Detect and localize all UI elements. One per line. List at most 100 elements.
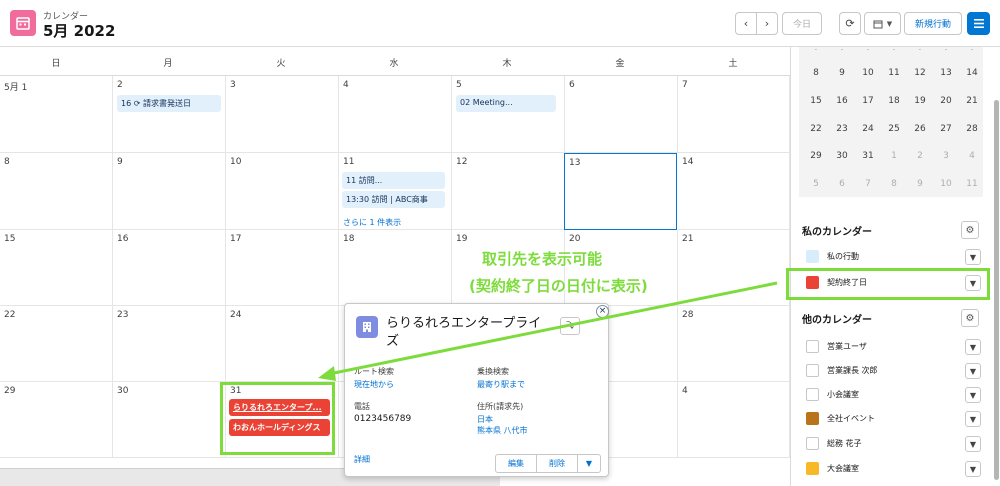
day-cell[interactable]: 29 bbox=[0, 382, 113, 458]
day-cell[interactable]: 4 bbox=[339, 76, 452, 153]
mini-calendar-day[interactable]: 3 bbox=[933, 151, 959, 161]
calendar-color-swatch[interactable] bbox=[806, 412, 819, 425]
calendar-item-menu[interactable]: ▼ bbox=[965, 249, 981, 265]
day-cell[interactable]: 16 bbox=[113, 230, 226, 306]
event-invoice[interactable]: 16 ⟳ 請求書発送日 bbox=[117, 95, 221, 112]
mini-calendar-day[interactable]: 2 bbox=[907, 151, 933, 161]
mini-calendar-day[interactable]: 21 bbox=[959, 96, 985, 106]
calendar-item-menu[interactable]: ▼ bbox=[965, 436, 981, 452]
mini-calendar-day[interactable]: 13 bbox=[933, 68, 959, 78]
day-cell[interactable]: 22 bbox=[0, 306, 113, 382]
popover-action-button[interactable]: ⤵ bbox=[560, 317, 580, 335]
delete-button[interactable]: 削除 bbox=[536, 454, 578, 473]
mini-calendar-day[interactable]: 20 bbox=[933, 96, 959, 106]
day-cell[interactable]: 5 02 Meeting... bbox=[452, 76, 565, 153]
day-cell[interactable]: 14 bbox=[678, 153, 790, 230]
calendar-item-other[interactable]: 大会議室 ▼ bbox=[805, 459, 981, 479]
day-cell[interactable]: 10 bbox=[226, 153, 339, 230]
day-cell[interactable]: 9 bbox=[113, 153, 226, 230]
prev-month-button[interactable]: ‹ bbox=[735, 12, 757, 35]
mini-calendar-day[interactable]: 22 bbox=[803, 124, 829, 134]
more-actions-button[interactable]: ▼ bbox=[577, 454, 601, 473]
mini-calendar-day[interactable]: 17 bbox=[855, 96, 881, 106]
mini-calendar-day[interactable]: 15 bbox=[803, 96, 829, 106]
mini-calendar-day[interactable]: 25 bbox=[881, 124, 907, 134]
view-switch-button[interactable]: ▼ bbox=[864, 12, 901, 35]
mini-calendar-day[interactable]: 14 bbox=[959, 68, 985, 78]
day-cell[interactable]: 11 11 訪問... 13:30 訪問 | ABC商事 さらに 1 件表示 bbox=[339, 153, 452, 230]
mini-calendar-day[interactable]: 27 bbox=[933, 124, 959, 134]
calendar-item-menu[interactable]: ▼ bbox=[965, 363, 981, 379]
calendar-item-other[interactable]: 営業ユーザ ▼ bbox=[805, 337, 981, 357]
address-line2[interactable]: 熊本県 八代市 bbox=[477, 425, 528, 436]
day-cell[interactable]: 5月 1 bbox=[0, 76, 113, 153]
refresh-button[interactable]: ⟳ bbox=[839, 12, 861, 35]
calendar-color-swatch[interactable] bbox=[806, 462, 819, 475]
calendar-color-swatch[interactable] bbox=[806, 250, 819, 263]
day-cell[interactable]: 17 bbox=[226, 230, 339, 306]
transit-link[interactable]: 最寄り駅まで bbox=[477, 379, 525, 390]
mini-calendar-day[interactable]: 8 bbox=[803, 68, 829, 78]
account-name[interactable]: らりるれろエンタープライズ bbox=[386, 315, 551, 351]
mini-calendar-day[interactable]: 10 bbox=[933, 179, 959, 189]
next-month-button[interactable]: › bbox=[756, 12, 778, 35]
day-cell[interactable]: 7 bbox=[678, 76, 790, 153]
calendar-item-my-actions[interactable]: 私の行動 ▼ bbox=[805, 247, 981, 267]
event-visit[interactable]: 11 訪問... bbox=[342, 172, 445, 189]
mini-calendar-day[interactable]: 9 bbox=[907, 179, 933, 189]
mini-calendar-day[interactable]: 19 bbox=[907, 96, 933, 106]
mini-calendar-day[interactable]: 9 bbox=[829, 68, 855, 78]
day-cell-today[interactable]: 13 bbox=[564, 153, 677, 230]
show-more-link[interactable]: さらに 1 件表示 bbox=[343, 217, 401, 228]
calendar-item-menu[interactable]: ▼ bbox=[965, 387, 981, 403]
calendar-item-other[interactable]: 総務 花子 ▼ bbox=[805, 434, 981, 454]
day-cell[interactable]: 3 bbox=[226, 76, 339, 153]
day-cell[interactable]: 18 bbox=[339, 230, 452, 306]
my-calendars-settings[interactable]: ⚙ bbox=[961, 221, 979, 239]
mini-calendar-day[interactable]: 7 bbox=[855, 179, 881, 189]
mini-calendar-day[interactable]: 30 bbox=[829, 151, 855, 161]
mini-calendar-day[interactable]: 16 bbox=[829, 96, 855, 106]
menu-button[interactable] bbox=[967, 12, 990, 35]
route-link[interactable]: 現在地から bbox=[354, 379, 394, 390]
mini-calendar-day[interactable]: 23 bbox=[829, 124, 855, 134]
calendar-color-swatch[interactable] bbox=[806, 364, 819, 377]
mini-calendar-day[interactable]: 4 bbox=[959, 151, 985, 161]
day-cell[interactable]: 12 bbox=[452, 153, 565, 230]
calendar-item-menu[interactable]: ▼ bbox=[965, 339, 981, 355]
new-action-button[interactable]: 新規行動 bbox=[904, 12, 962, 35]
calendar-color-swatch[interactable] bbox=[806, 340, 819, 353]
mini-calendar-day[interactable]: 5 bbox=[803, 179, 829, 189]
mini-calendar-day[interactable]: 8 bbox=[881, 179, 907, 189]
event-meeting[interactable]: 02 Meeting... bbox=[456, 95, 556, 112]
calendar-item-other[interactable]: 小会議室 ▼ bbox=[805, 385, 981, 405]
close-icon[interactable]: × bbox=[596, 305, 609, 318]
mini-calendar-day[interactable]: 24 bbox=[855, 124, 881, 134]
sidebar-scrollbar[interactable] bbox=[994, 100, 999, 480]
mini-calendar-day[interactable]: 12 bbox=[907, 68, 933, 78]
mini-calendar-day[interactable]: 1 bbox=[881, 151, 907, 161]
day-cell[interactable]: 21 bbox=[678, 230, 790, 306]
calendar-item-other[interactable]: 営業課長 次郎 ▼ bbox=[805, 361, 981, 381]
day-cell[interactable]: 8 bbox=[0, 153, 113, 230]
day-cell[interactable]: 2 16 ⟳ 請求書発送日 bbox=[113, 76, 226, 153]
address-line1[interactable]: 日本 bbox=[477, 414, 493, 425]
mini-calendar-day[interactable]: 6 bbox=[829, 179, 855, 189]
calendar-color-swatch[interactable] bbox=[806, 388, 819, 401]
day-cell[interactable]: 4 bbox=[678, 382, 790, 458]
day-cell[interactable]: 15 bbox=[0, 230, 113, 306]
event-visit[interactable]: 13:30 訪問 | ABC商事 bbox=[342, 191, 445, 208]
today-button[interactable]: 今日 bbox=[782, 12, 822, 35]
mini-calendar-day[interactable]: 11 bbox=[959, 179, 985, 189]
edit-button[interactable]: 編集 bbox=[495, 454, 537, 473]
detail-link[interactable]: 詳細 bbox=[354, 454, 370, 465]
day-cell[interactable]: 28 bbox=[678, 306, 790, 382]
mini-calendar-day[interactable]: 18 bbox=[881, 96, 907, 106]
mini-calendar-day[interactable]: 26 bbox=[907, 124, 933, 134]
day-cell[interactable]: 24 bbox=[226, 306, 339, 382]
calendar-item-menu[interactable]: ▼ bbox=[965, 461, 981, 477]
mini-calendar-day[interactable]: 31 bbox=[855, 151, 881, 161]
calendar-item-other[interactable]: 全社イベント ▼ bbox=[805, 409, 981, 429]
calendar-item-menu[interactable]: ▼ bbox=[965, 411, 981, 427]
other-calendars-settings[interactable]: ⚙ bbox=[961, 309, 979, 327]
